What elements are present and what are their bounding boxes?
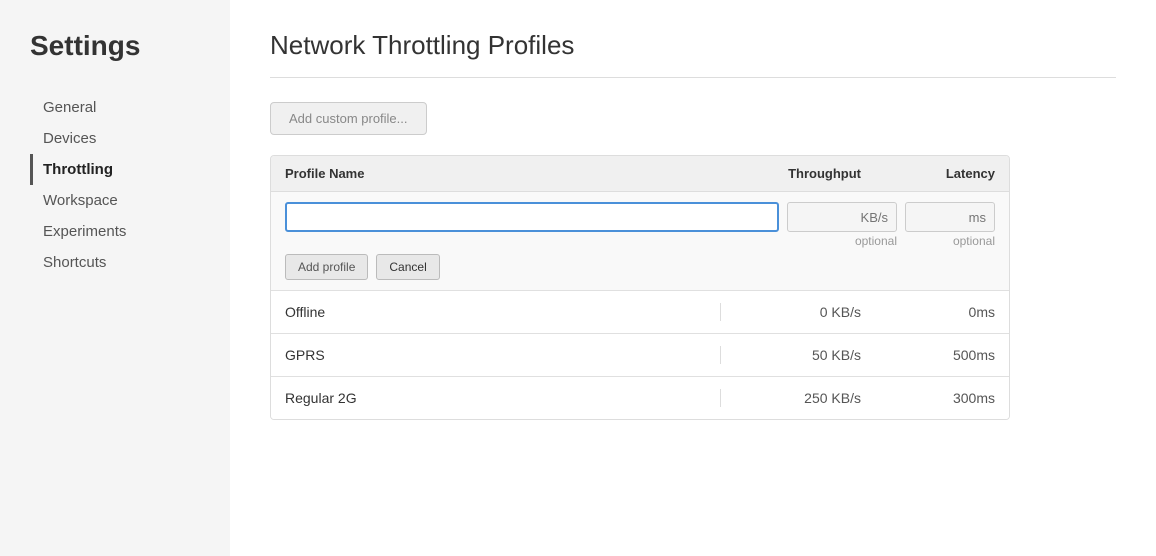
sidebar-item-devices[interactable]: Devices bbox=[30, 123, 220, 154]
table-row: GPRS 50 KB/s 500ms bbox=[271, 334, 1009, 377]
cancel-button[interactable]: Cancel bbox=[376, 254, 439, 280]
profiles-table: Profile Name Throughput Latency optional… bbox=[270, 155, 1010, 420]
row-name: Regular 2G bbox=[285, 390, 720, 406]
row-throughput: 250 KB/s bbox=[735, 390, 875, 406]
table-row: Offline 0 KB/s 0ms bbox=[271, 291, 1009, 334]
sidebar-item-general[interactable]: General bbox=[30, 92, 220, 123]
throughput-input[interactable] bbox=[787, 202, 897, 232]
throughput-optional-label: optional bbox=[795, 234, 905, 248]
sidebar-item-workspace[interactable]: Workspace bbox=[30, 185, 220, 216]
row-latency: 500ms bbox=[875, 347, 995, 363]
latency-optional-label: optional bbox=[905, 234, 995, 248]
latency-input[interactable] bbox=[905, 202, 995, 232]
profile-name-input[interactable] bbox=[285, 202, 779, 232]
form-buttons-row: Add profile Cancel bbox=[271, 254, 1009, 290]
form-inputs-row bbox=[271, 192, 1009, 232]
row-divider bbox=[720, 346, 721, 364]
header-profile-name: Profile Name bbox=[285, 166, 735, 181]
sidebar-item-throttling[interactable]: Throttling bbox=[30, 154, 220, 185]
header-throughput: Throughput bbox=[735, 166, 875, 181]
row-throughput: 0 KB/s bbox=[735, 304, 875, 320]
row-latency: 300ms bbox=[875, 390, 995, 406]
table-row: Regular 2G 250 KB/s 300ms bbox=[271, 377, 1009, 419]
sidebar-item-experiments[interactable]: Experiments bbox=[30, 216, 220, 247]
form-optionals-row: optional optional bbox=[271, 232, 1009, 254]
sidebar: Settings General Devices Throttling Work… bbox=[0, 0, 230, 556]
add-profile-button[interactable]: Add profile bbox=[285, 254, 368, 280]
row-divider bbox=[720, 389, 721, 407]
main-content: Network Throttling Profiles Add custom p… bbox=[230, 0, 1156, 556]
sidebar-item-shortcuts[interactable]: Shortcuts bbox=[30, 247, 220, 278]
row-latency: 0ms bbox=[875, 304, 995, 320]
row-divider bbox=[720, 303, 721, 321]
row-throughput: 50 KB/s bbox=[735, 347, 875, 363]
add-custom-profile-button[interactable]: Add custom profile... bbox=[270, 102, 427, 135]
header-latency: Latency bbox=[875, 166, 995, 181]
sidebar-title: Settings bbox=[30, 30, 230, 62]
page-title: Network Throttling Profiles bbox=[270, 30, 1116, 61]
table-header: Profile Name Throughput Latency bbox=[271, 156, 1009, 192]
row-name: GPRS bbox=[285, 347, 720, 363]
divider bbox=[270, 77, 1116, 78]
add-profile-form: optional optional Add profile Cancel bbox=[271, 192, 1009, 291]
row-name: Offline bbox=[285, 304, 720, 320]
